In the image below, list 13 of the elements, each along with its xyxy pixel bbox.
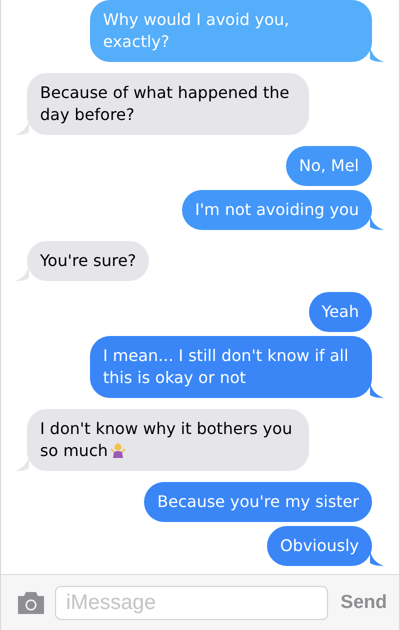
bubble-tail [370,46,384,62]
message-bubble: No, Mel [286,146,372,186]
message-input-field[interactable]: iMessage [55,586,328,620]
camera-icon[interactable] [16,590,46,614]
bubble-tail [15,265,29,281]
message-bubble: Because you're my sister [144,482,372,522]
bubble-tail [370,550,384,566]
send-button[interactable]: Send [336,592,387,614]
bubble-tail [370,214,384,230]
bubble-tail [15,119,29,135]
bubble-tail [370,382,384,398]
bubble-tail [15,455,29,471]
message-bubble: Yeah [308,292,372,332]
